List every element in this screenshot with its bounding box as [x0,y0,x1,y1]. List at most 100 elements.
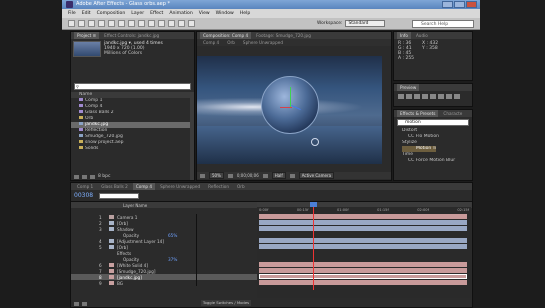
menu-edit[interactable]: Edit [82,11,91,16]
menu-layer[interactable]: Layer [131,11,144,16]
layer-bar[interactable] [259,238,467,243]
last-frame-icon[interactable] [430,94,436,99]
breadcrumb-orb[interactable]: Orb [224,39,238,46]
mask-tool-icon[interactable] [128,20,135,27]
selection-tool-icon[interactable] [68,20,75,27]
menu-window[interactable]: Window [216,11,234,16]
menu-view[interactable]: View [199,11,210,16]
ruler-tick: 01:00f [336,208,349,212]
always-preview-icon[interactable] [200,173,205,178]
current-time[interactable]: 0;00;00;06 [237,173,259,178]
layer-bar[interactable] [259,226,467,231]
work-area-bar[interactable] [257,202,471,207]
breadcrumb-comp4[interactable]: Comp 4 [200,39,222,46]
eraser-tool-icon[interactable] [178,20,185,27]
timeline-timecode[interactable]: 00308 [74,192,93,199]
tab-reflection[interactable]: Reflection [205,183,232,190]
expand-switches-icon[interactable] [74,302,79,306]
layer-bar-selected[interactable] [259,274,467,279]
next-frame-icon[interactable] [422,94,428,99]
layer-bar[interactable] [259,244,467,249]
minimize-button[interactable] [442,1,453,8]
project-item[interactable]: Solids [71,146,194,152]
layer-bar[interactable] [259,262,467,267]
timeline-graph[interactable]: 0:00f 00:15f 01:00f 01:15f 02:00f 02:15f [257,202,471,298]
pan-behind-tool-icon[interactable] [118,20,125,27]
loop-icon[interactable] [446,94,452,99]
brush-tool-icon[interactable] [158,20,165,27]
play-icon[interactable] [414,94,420,99]
layer-bar[interactable] [259,280,467,285]
layer-bar[interactable] [259,220,467,225]
effect-item[interactable]: CC Force Motion Blur [394,158,472,164]
snapshot-icon[interactable] [262,173,268,178]
expand-modes-icon[interactable] [82,302,87,306]
bit-depth-label[interactable]: 8 bpc [98,174,110,179]
tab-sphere[interactable]: Sphere Unwrapped [157,183,203,190]
time-ruler[interactable]: 0:00f 00:15f 01:00f 01:15f 02:00f 02:15f [257,208,471,213]
layer-name-header[interactable]: Layer Name [123,203,147,208]
workspace-select[interactable]: Standard [345,20,386,27]
new-comp-icon[interactable] [90,174,95,179]
tab-glass-balls[interactable]: Glass Balls 2 [98,183,131,190]
tab-comp1[interactable]: Comp 1 [74,183,96,190]
menu-composition[interactable]: Composition [97,11,126,16]
menu-file[interactable]: File [68,11,76,16]
project-search-input[interactable]: ⚲ [74,83,191,90]
interpret-footage-icon[interactable] [74,174,79,179]
pen-tool-icon[interactable] [138,20,145,27]
menu-animation[interactable]: Animation [169,11,192,16]
breadcrumb-sphere[interactable]: Sphere Unwrapped [240,39,286,46]
current-time-indicator[interactable] [313,202,314,290]
first-frame-icon[interactable] [398,94,404,99]
opacity-value: 37% [168,256,178,262]
playhead-handle[interactable] [310,202,317,207]
rotate-tool-icon[interactable] [98,20,105,27]
switches-column[interactable] [196,214,256,286]
hand-tool-icon[interactable] [78,20,85,27]
tab-audio[interactable]: Audio [413,32,431,39]
clone-tool-icon[interactable] [168,20,175,27]
zoom-tool-icon[interactable] [88,20,95,27]
previous-frame-icon[interactable] [406,94,412,99]
project-scrollbar[interactable] [190,92,194,180]
layer-bar[interactable] [259,268,467,273]
zoom-select[interactable]: 50% [209,172,224,179]
tab-composition[interactable]: Composition: Comp 4 [200,32,252,39]
camera-tool-icon[interactable] [108,20,115,27]
menu-help[interactable]: Help [240,11,250,16]
resolution-select[interactable]: Half [271,172,286,179]
audio-icon[interactable] [438,94,444,99]
camera-select[interactable]: Active Camera [298,172,335,179]
puppet-tool-icon[interactable] [188,20,195,27]
effects-search-input[interactable]: motion [397,119,469,126]
composition-viewer[interactable] [197,56,383,164]
x-axis-gizmo[interactable] [280,107,292,108]
info-y: Y : 358 [422,46,438,51]
grid-icon[interactable] [227,173,233,178]
tab-effects-presets[interactable]: Effects & Presets [397,110,439,117]
glass-orb [261,76,319,134]
tab-info[interactable]: Info [397,32,411,39]
z-axis-gizmo[interactable] [291,104,301,111]
text-tool-icon[interactable] [148,20,155,27]
close-button[interactable] [466,1,477,8]
tab-orb[interactable]: Orb [234,183,248,190]
ruler-tick: 01:15f [377,208,389,212]
menu-effect[interactable]: Effect [150,11,163,16]
tab-effect-controls[interactable]: Effect Controls: jandkc.jpg [101,32,162,39]
region-of-interest-icon[interactable] [289,173,295,178]
tab-comp4[interactable]: Comp 4 [132,183,156,190]
tab-character[interactable]: Characte [440,110,465,117]
tab-footage[interactable]: Footage: Smudge_720.jpg [253,32,314,39]
maximize-button[interactable] [454,1,465,8]
anchor-point-icon[interactable] [311,138,319,146]
search-help-input[interactable]: Search Help [412,20,474,28]
new-folder-icon[interactable] [82,174,87,179]
layer-bar[interactable] [259,214,467,219]
tab-project[interactable]: Project ≡ [74,32,100,39]
ram-preview-icon[interactable] [454,94,460,99]
tab-preview[interactable]: Preview [397,84,420,91]
timeline-search-input[interactable] [99,192,140,199]
toggle-switches-button[interactable]: Toggle Switches / Modes [201,300,251,306]
